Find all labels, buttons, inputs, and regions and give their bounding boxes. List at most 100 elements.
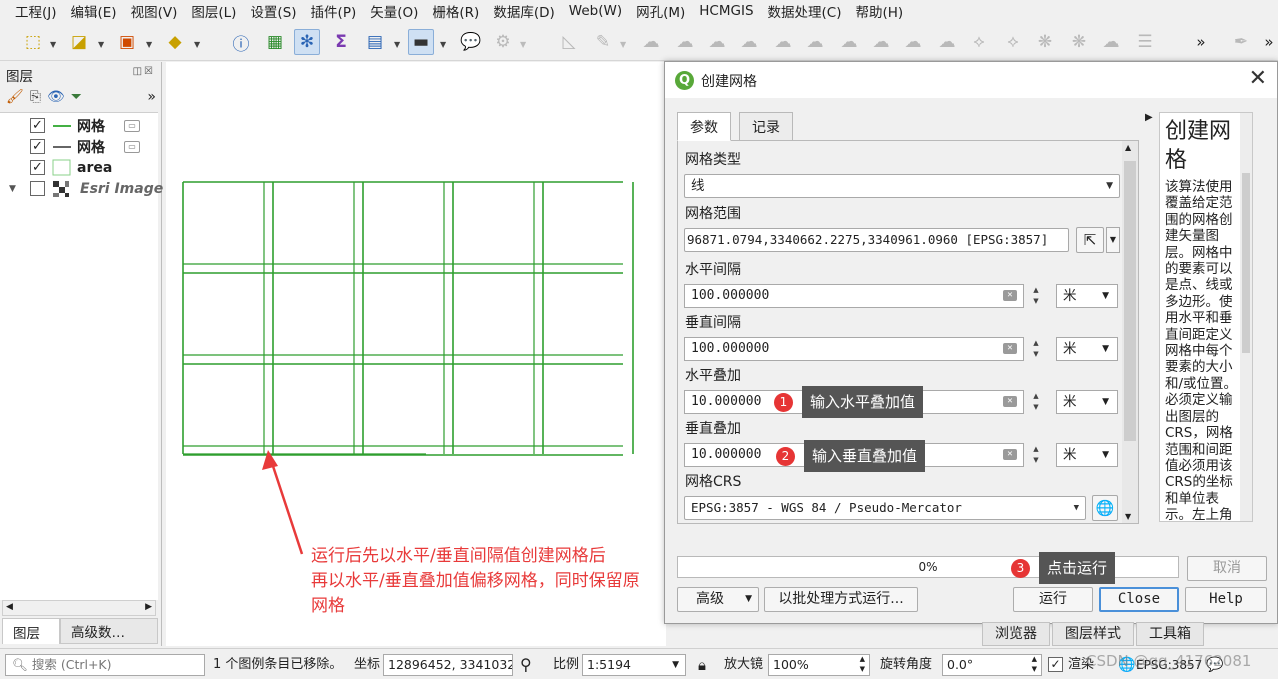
expand-arrow-icon[interactable]: ▼: [9, 184, 16, 194]
help-scrollbar[interactable]: [1240, 113, 1252, 521]
help-button[interactable]: Help: [1185, 587, 1267, 612]
collapse-help-icon[interactable]: ▶: [1145, 112, 1153, 123]
h-spacing-input[interactable]: 100.000000 ✕: [684, 284, 1024, 308]
lock-icon[interactable]: 🔒︎: [698, 654, 706, 676]
chevron-down-icon[interactable]: ▼: [440, 40, 446, 49]
chevron-down-icon[interactable]: ▼: [520, 40, 526, 49]
shape-tool-1-icon[interactable]: ☁: [638, 29, 664, 55]
attribute-table-icon[interactable]: ▦: [262, 29, 288, 55]
horizontal-scrollbar[interactable]: ◀ ▶: [2, 600, 156, 616]
scroll-right-icon[interactable]: ▶: [145, 602, 152, 612]
zoom-search-icon[interactable]: ⚙: [490, 29, 516, 55]
crs-selector-globe-icon[interactable]: 🌐: [1092, 495, 1118, 521]
layer-indicator-icon[interactable]: ▭: [124, 119, 140, 132]
chevron-down-icon[interactable]: ▼: [1106, 227, 1120, 253]
menu-view[interactable]: 视图(V): [124, 1, 185, 21]
digitize-angle-icon[interactable]: ◺: [556, 29, 582, 55]
tab-log[interactable]: 记录: [739, 112, 793, 141]
menu-raster[interactable]: 栅格(R): [425, 1, 486, 21]
grid-type-select[interactable]: 线 ▼: [684, 174, 1120, 198]
select-polygon-icon[interactable]: ◪: [66, 29, 92, 55]
chevron-down-icon[interactable]: ▼: [394, 40, 400, 49]
scroll-left-icon[interactable]: ◀: [6, 602, 13, 612]
statistics-sigma-icon[interactable]: Σ: [328, 29, 354, 55]
menu-plugins[interactable]: 插件(P): [304, 1, 364, 21]
layer-checkbox[interactable]: [30, 181, 45, 196]
panel-float-close-icon[interactable]: ◫☒: [133, 66, 155, 77]
shape-tool-10-icon[interactable]: ☁: [934, 29, 960, 55]
h-spacing-unit-select[interactable]: 米 ▼: [1056, 284, 1118, 308]
chevron-down-icon[interactable]: ▼: [146, 40, 152, 49]
locator-search-input[interactable]: 🔍︎ 搜索 (Ctrl+K): [5, 654, 205, 676]
shape-tool-4-icon[interactable]: ☁: [736, 29, 762, 55]
spin-arrows-icon[interactable]: ▲ ▼: [1028, 443, 1044, 467]
menu-vector[interactable]: 矢量(O): [363, 1, 425, 21]
menu-database[interactable]: 数据库(D): [486, 1, 561, 21]
tab-advanced-digitizing[interactable]: 高级数…: [60, 618, 158, 644]
shape-tool-6-icon[interactable]: ☁: [802, 29, 828, 55]
clear-icon[interactable]: ✕: [1003, 290, 1017, 301]
toolbar-overflow-icon[interactable]: »: [1188, 29, 1214, 55]
eye-icon[interactable]: 👁: [47, 89, 65, 105]
scrollbar-thumb[interactable]: [1242, 173, 1250, 353]
tab-layer-styling[interactable]: 图层样式: [1052, 622, 1134, 646]
render-checkbox[interactable]: ✓: [1048, 657, 1063, 672]
menu-settings[interactable]: 设置(S): [243, 1, 303, 21]
map-canvas[interactable]: 运行后先以水平/垂直间隔值创建网格后 再以水平/垂直叠加值偏移网格，同时保留原 …: [166, 62, 666, 646]
menu-help[interactable]: 帮助(H): [849, 1, 911, 21]
chevron-down-icon[interactable]: ▼: [98, 40, 104, 49]
close-icon[interactable]: ✕: [1249, 66, 1267, 91]
shape-tool-8-icon[interactable]: ☁: [868, 29, 894, 55]
tab-browser[interactable]: 浏览器: [982, 622, 1050, 646]
measure-line-icon[interactable]: ▬: [408, 29, 434, 55]
identify-icon[interactable]: ⓘ: [228, 29, 254, 55]
menu-hcmgis[interactable]: HCMGIS: [692, 3, 760, 19]
chevron-down-icon[interactable]: ▼: [50, 40, 56, 49]
spin-arrows-icon[interactable]: ▲ ▼: [1028, 337, 1044, 361]
layer-row[interactable]: ✓ 网格 ▭: [0, 115, 158, 136]
scale-select[interactable]: 1:5194 ▼: [582, 654, 686, 676]
select-by-location-icon[interactable]: ◆: [162, 29, 188, 55]
advanced-button[interactable]: 高级 ▼: [677, 587, 759, 612]
clear-icon[interactable]: ✕: [1003, 449, 1017, 460]
extent-input[interactable]: 96871.0794,3340662.2275,3340961.0960 [EP…: [684, 228, 1069, 252]
menu-project[interactable]: 工程(J): [8, 1, 64, 21]
tab-layers[interactable]: 图层: [2, 618, 60, 644]
layer-checkbox[interactable]: ✓: [30, 118, 45, 133]
shape-tool-7-icon[interactable]: ☁: [836, 29, 862, 55]
cancel-button[interactable]: 取消: [1187, 556, 1267, 581]
processing-toolbox-icon[interactable]: ✻: [294, 29, 320, 55]
map-tips-icon[interactable]: 💬: [458, 29, 484, 55]
layer-row[interactable]: ✓ 网格 ▭: [0, 136, 158, 157]
layers-overflow-icon[interactable]: »: [147, 89, 156, 105]
field-calculator-icon[interactable]: ▤: [362, 29, 388, 55]
shape-tool-13-icon[interactable]: ❋: [1032, 29, 1058, 55]
magnifier-spinbox[interactable]: 100% ▲ ▼: [768, 654, 870, 676]
batch-process-button[interactable]: 以批处理方式运行...: [764, 587, 918, 612]
menu-processing[interactable]: 数据处理(C): [761, 1, 849, 21]
params-scrollbar[interactable]: ▲ ▼: [1122, 141, 1138, 523]
clear-icon[interactable]: ✕: [1003, 396, 1017, 407]
layer-indicator-icon[interactable]: ▭: [124, 140, 140, 153]
v-overlay-unit-select[interactable]: 米 ▼: [1056, 443, 1118, 467]
menu-mesh[interactable]: 网孔(M): [629, 1, 692, 21]
close-button[interactable]: Close: [1099, 587, 1179, 612]
deselect-icon[interactable]: ▣: [114, 29, 140, 55]
menu-web[interactable]: Web(W): [562, 3, 629, 19]
layer-row[interactable]: ✓ area: [0, 157, 158, 178]
filter-icon[interactable]: ⏷: [71, 89, 82, 105]
shape-tool-11-icon[interactable]: ⟡: [966, 29, 992, 55]
shape-tool-5-icon[interactable]: ☁: [770, 29, 796, 55]
tab-toolbox[interactable]: 工具箱: [1136, 622, 1204, 646]
select-features-icon[interactable]: ⬚: [20, 29, 46, 55]
spin-arrows-icon[interactable]: ▲ ▼: [860, 655, 865, 674]
scroll-down-icon[interactable]: ▼: [1125, 512, 1131, 521]
chevron-down-icon[interactable]: ▼: [620, 40, 626, 49]
add-group-icon[interactable]: ⎘: [30, 89, 41, 105]
h-overlay-unit-select[interactable]: 米 ▼: [1056, 390, 1118, 414]
shape-tool-3-icon[interactable]: ☁: [704, 29, 730, 55]
layer-checkbox[interactable]: ✓: [30, 139, 45, 154]
rotation-spinbox[interactable]: 0.0° ▲ ▼: [942, 654, 1042, 676]
clear-icon[interactable]: ✕: [1003, 343, 1017, 354]
scroll-up-icon[interactable]: ▲: [1125, 143, 1131, 152]
